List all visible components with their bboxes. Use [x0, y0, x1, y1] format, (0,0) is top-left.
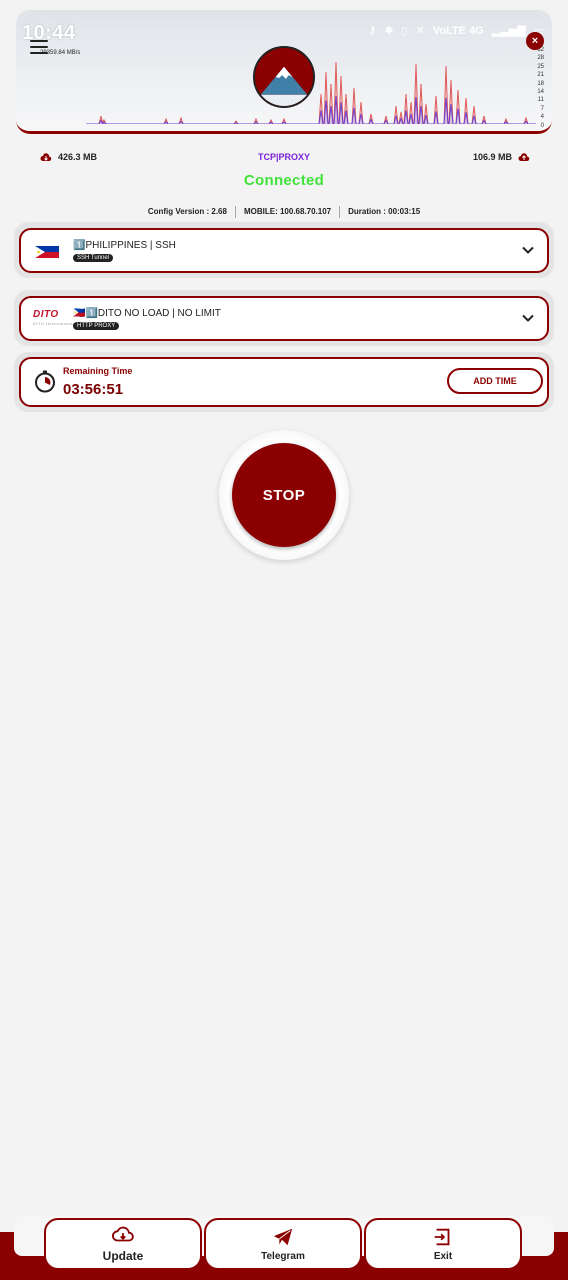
upload-stat: 106.9 MB	[473, 152, 530, 162]
traffic-stats: 426.3 MB TCP|PROXY 106.9 MB	[40, 152, 530, 166]
graph-axis-tick: 18	[537, 80, 544, 87]
protocol-label: TCP|PROXY	[258, 152, 311, 162]
speed-readout: 29359.84 MB/s	[40, 50, 81, 56]
mountain-logo-icon	[255, 48, 313, 106]
timer-panel: Remaining Time 03:56:51 ADD TIME	[14, 352, 554, 412]
server-card[interactable]: 1️⃣PHILIPPINES | SSH SSH Tunnel	[19, 228, 549, 273]
mobile-ip: MOBILE: 100.68.70.107	[236, 206, 341, 218]
stop-button-ring: STOP	[219, 430, 349, 560]
remaining-time-value: 03:56:51	[63, 381, 124, 398]
graph-y-axis: 32 28 25 21 18 14 11 7 4 0	[532, 46, 544, 129]
payload-tag: HTTP PROXY	[73, 322, 120, 330]
download-value: 426.3 MB	[58, 152, 98, 162]
philippines-flag-icon	[35, 246, 59, 258]
signal-icon: ▂▃▅▇	[491, 25, 526, 37]
close-icon[interactable]: ×	[526, 32, 544, 50]
config-version: Config Version : 2.68	[140, 206, 236, 218]
update-button[interactable]: Update	[44, 1218, 202, 1270]
cloud-upload-icon	[518, 152, 530, 161]
exit-icon	[434, 1228, 450, 1245]
payload-selector[interactable]: DITO DITO telecommunity 🇵🇭1️⃣DITO NO LOAD…	[14, 290, 554, 346]
mute-icon: ✕	[415, 25, 425, 37]
add-time-button[interactable]: ADD TIME	[447, 368, 543, 394]
vibrate-icon: ▯	[401, 25, 408, 37]
network-type: VoLTE 4G	[432, 24, 484, 37]
server-label: 1️⃣PHILIPPINES | SSH	[73, 240, 176, 251]
graph-axis-tick: 28	[537, 55, 544, 62]
graph-axis-tick: 4	[540, 114, 544, 121]
update-label: Update	[102, 1249, 144, 1263]
telegram-button[interactable]: Telegram	[204, 1218, 362, 1270]
bluetooth-icon: ✱	[384, 25, 394, 37]
connection-info: Config Version : 2.68 MOBILE: 100.68.70.…	[0, 206, 568, 218]
graph-axis-tick: 11	[537, 97, 544, 104]
exit-button[interactable]: Exit	[364, 1218, 522, 1270]
upload-value: 106.9 MB	[472, 152, 512, 162]
vpn-key-icon: ⚷	[368, 25, 377, 37]
server-tag: SSH Tunnel	[73, 254, 114, 262]
remaining-time-label: Remaining Time	[63, 366, 133, 376]
payload-card[interactable]: DITO DITO telecommunity 🇵🇭1️⃣DITO NO LOAD…	[19, 296, 549, 341]
stop-button[interactable]: STOP	[232, 443, 336, 547]
graph-axis-tick: 7	[540, 105, 544, 112]
graph-axis-tick: 25	[537, 63, 544, 70]
stopwatch-icon	[35, 370, 55, 393]
header-panel: 10:44 ⚷ ✱ ▯ ✕ VoLTE 4G ▂▃▅▇ ▭ 29359.84 M…	[16, 10, 552, 134]
duration: Duration : 00:03:15	[348, 207, 421, 216]
chevron-down-icon[interactable]	[521, 311, 535, 325]
paper-plane-icon	[273, 1228, 293, 1245]
telegram-label: Telegram	[261, 1250, 305, 1262]
timer-card: Remaining Time 03:56:51 ADD TIME	[19, 357, 549, 407]
connection-status: Connected	[243, 172, 325, 189]
graph-axis-tick: 0	[540, 122, 544, 129]
download-stat: 426.3 MB	[40, 152, 97, 162]
cloud-download-icon	[40, 152, 52, 161]
app-logo	[253, 46, 315, 108]
server-selector[interactable]: 1️⃣PHILIPPINES | SSH SSH Tunnel	[14, 222, 554, 278]
cloud-download-icon	[112, 1226, 134, 1242]
exit-label: Exit	[433, 1250, 453, 1262]
upload-graph-line	[86, 96, 536, 124]
dito-logo-icon: DITO DITO telecommunity	[33, 309, 79, 326]
graph-axis-tick: 14	[537, 89, 544, 96]
graph-axis-tick: 21	[537, 72, 544, 79]
status-icons: ⚷ ✱ ▯ ✕ VoLTE 4G ▂▃▅▇ ▭	[368, 24, 544, 38]
status-bar: 10:44 ⚷ ✱ ▯ ✕ VoLTE 4G ▂▃▅▇ ▭	[22, 22, 544, 46]
chevron-down-icon[interactable]	[521, 243, 535, 257]
payload-label: 🇵🇭1️⃣DITO NO LOAD | NO LIMIT	[73, 308, 221, 319]
